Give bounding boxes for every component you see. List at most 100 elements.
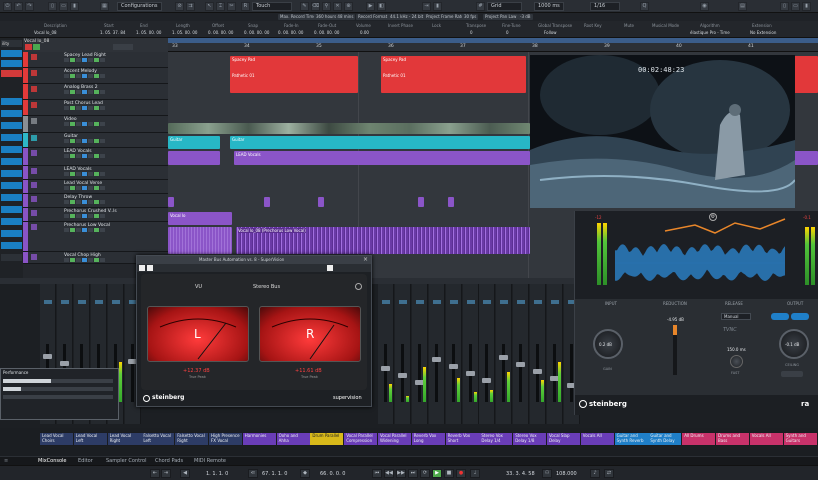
info-transpose[interactable]: 0 (470, 30, 473, 35)
monitor-button[interactable] (82, 58, 87, 62)
midi-clip[interactable]: Pathetic 01 (381, 72, 526, 82)
read-button[interactable] (88, 228, 93, 232)
write-button[interactable] (94, 214, 99, 218)
pan-control[interactable] (60, 300, 69, 304)
sync-icon[interactable]: ⇄ (604, 469, 614, 478)
inspector-toggle[interactable] (1, 122, 22, 129)
mixer-channel-strip[interactable] (530, 284, 547, 424)
pan-control[interactable] (415, 300, 424, 304)
monitor-button[interactable] (82, 90, 87, 94)
nudge-select[interactable]: 1000 ms (534, 2, 564, 11)
volume-fader[interactable] (519, 344, 523, 402)
video-clip[interactable] (168, 123, 530, 134)
quantize-apply-icon[interactable]: Q (640, 2, 649, 11)
output-auto-toggle[interactable] (791, 313, 809, 320)
channel-name-label[interactable]: Guitar and Synth Reverb (614, 433, 648, 445)
read-button[interactable] (88, 139, 93, 143)
read-button[interactable] (88, 106, 93, 110)
volume-fader[interactable] (417, 344, 421, 402)
channel-name-label[interactable]: Guitar and Synth Delay (648, 433, 682, 445)
mute-button[interactable] (64, 228, 69, 232)
read-button[interactable] (88, 200, 93, 204)
snap-mode-icon[interactable]: ▮ (433, 2, 442, 11)
range-tool-icon[interactable]: ⌶ (216, 2, 225, 11)
mixer-channel-strip[interactable] (378, 284, 394, 424)
configurations-select[interactable]: Configurations (117, 2, 162, 11)
supervision-plugin-window[interactable]: Master Bus Automation vs. 8 - SuperVisio… (136, 255, 372, 407)
track-header[interactable]: Delay Throw (23, 194, 168, 208)
play-icon[interactable]: ▶ (432, 469, 442, 478)
track-header[interactable]: Spacey Lead Right (23, 52, 168, 68)
channel-name-label[interactable]: Drums and Bass (716, 433, 749, 445)
pan-control[interactable] (517, 300, 526, 304)
mixer-channel-strip[interactable] (513, 284, 530, 424)
info-snap[interactable]: 0. 00. 00. 00 (244, 30, 269, 35)
edit-button[interactable] (100, 139, 105, 143)
solo-button[interactable] (70, 228, 75, 232)
tempo-track-icon[interactable]: ♪ (590, 469, 600, 478)
record-button[interactable] (76, 74, 81, 78)
snap-on-icon[interactable]: ⇥ (422, 2, 431, 11)
audio-clip[interactable]: LEAD Vocals (234, 151, 530, 165)
solo-button[interactable] (70, 122, 75, 126)
left-locator-icon[interactable]: ◀ (180, 469, 190, 478)
channel-name-label[interactable]: Ooho and Ahha (276, 433, 310, 445)
track-header[interactable]: Accent Melody (23, 68, 168, 84)
audio-clip[interactable]: Guitar (230, 136, 530, 149)
layout-bottom-icon[interactable]: ▭ (791, 2, 800, 11)
inspector-toggle[interactable] (1, 134, 22, 141)
edit-button[interactable] (100, 214, 105, 218)
channel-name-label[interactable]: Lead Vocal Left (73, 433, 107, 445)
info-description[interactable]: Vocal lo_08 (34, 30, 57, 35)
info-fade-in[interactable]: 0. 00. 00. 00 (278, 30, 303, 35)
position-display[interactable]: 67. 1. 1. 0 (262, 471, 287, 477)
tab-sampler-control[interactable]: Sampler Control (106, 458, 146, 464)
metronome-icon[interactable]: ♩ (470, 469, 480, 478)
write-button[interactable] (94, 90, 99, 94)
edit-button[interactable] (100, 90, 105, 94)
solo-button[interactable] (70, 154, 75, 158)
volume-fader[interactable] (502, 344, 506, 402)
split-tool-icon[interactable]: ✂ (227, 2, 236, 11)
audio-clip[interactable] (264, 197, 270, 207)
track-header[interactable]: Prechorus Low Vocal (23, 222, 168, 252)
mute-tool-icon[interactable]: ✕ (333, 2, 342, 11)
fader-handle[interactable] (448, 364, 458, 369)
channel-name-label[interactable]: Vocals All (749, 433, 783, 445)
volume-fader[interactable] (451, 344, 455, 402)
pan-control[interactable] (77, 300, 86, 304)
layout-right-icon[interactable]: ▮ (802, 2, 811, 11)
mute-button[interactable] (64, 139, 69, 143)
tab-midi-remote[interactable]: MIDI Remote (194, 458, 226, 464)
fader-handle[interactable] (43, 354, 52, 359)
bypass-icon[interactable] (139, 265, 145, 271)
activate-project-icon[interactable]: ⏻ (3, 2, 12, 11)
channel-name-label[interactable]: Lead Vocal Choirs (40, 433, 73, 445)
mute-button[interactable] (64, 200, 69, 204)
monitor-button[interactable] (82, 228, 87, 232)
solo-button[interactable] (70, 186, 75, 190)
info-fine-tune[interactable]: 0 (506, 30, 509, 35)
edit-button[interactable] (100, 228, 105, 232)
read-button[interactable] (88, 154, 93, 158)
fader-handle[interactable] (499, 355, 509, 360)
edit-button[interactable] (100, 154, 105, 158)
punch-in-icon[interactable]: ⇤ (150, 469, 160, 478)
info-length[interactable]: 1. 05. 00. 00 (172, 30, 197, 35)
monitor-button[interactable] (82, 154, 87, 158)
plugin-titlebar[interactable]: Master Bus Automation vs. 8 - SuperVisio… (137, 256, 371, 264)
track-header[interactable]: Video (23, 116, 168, 133)
channel-name-label[interactable]: High Presence FX Vocal (209, 433, 242, 445)
track-header[interactable]: Post Chorus Lead (23, 100, 168, 116)
channel-name-label[interactable]: Drum Parallel (310, 433, 344, 445)
read-button[interactable] (88, 214, 93, 218)
inspector-toggle[interactable] (1, 50, 22, 57)
monitor-button[interactable] (82, 200, 87, 204)
edit-button[interactable] (100, 122, 105, 126)
track-header[interactable]: Lead Vocal Verse (23, 180, 168, 194)
channel-name-label[interactable]: Stereo Vox Delay 1/4 (479, 433, 513, 445)
track-header[interactable]: Prechorus Crushed V..ls (23, 208, 168, 222)
write-button[interactable] (94, 74, 99, 78)
output-link-toggle[interactable] (771, 313, 789, 320)
close-icon[interactable]: × (363, 256, 368, 263)
